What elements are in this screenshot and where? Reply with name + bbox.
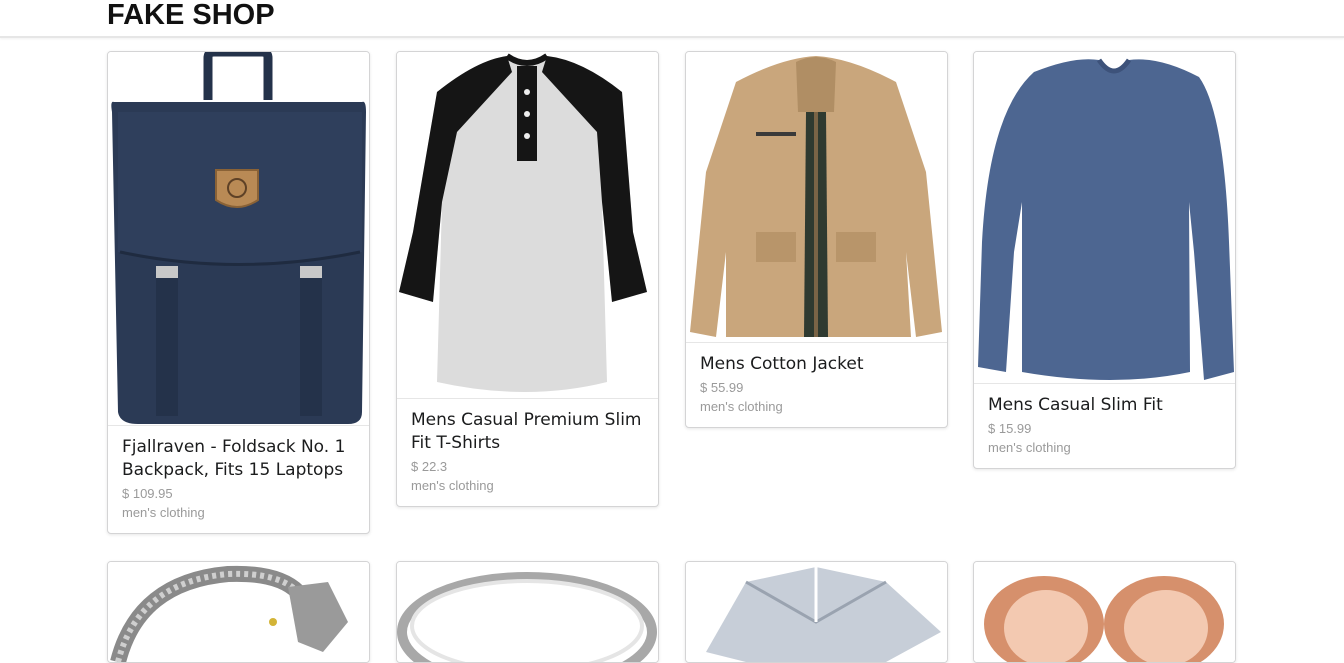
product-card[interactable] [685,561,948,663]
product-category: men's clothing [988,440,1071,455]
product-card[interactable]: Mens Casual Slim Fit $ 15.99 men's cloth… [973,51,1236,469]
top-header: FAKE SHOP [0,0,1344,38]
product-title[interactable]: Mens Casual Slim Fit [988,394,1221,417]
product-card[interactable]: Mens Cotton Jacket $ 55.99 men's clothin… [685,51,948,428]
product-price: $ 55.99 [700,380,744,395]
longsleeve-shirt-image[interactable] [974,52,1235,384]
product-category: men's clothing [411,478,494,493]
product-card[interactable] [107,561,370,663]
dragon-bracelet-image[interactable] [108,562,369,662]
diamond-ring-image[interactable] [686,562,947,662]
silver-ring-image[interactable] [397,562,658,662]
product-price: $ 109.95 [122,486,173,501]
product-card[interactable]: Fjallraven - Foldsack No. 1 Backpack, Fi… [107,51,370,534]
product-card[interactable] [396,561,659,663]
product-title[interactable]: Fjallraven - Foldsack No. 1 Backpack, Fi… [122,436,355,482]
product-price: $ 15.99 [988,421,1032,436]
shop-logo[interactable]: FAKE SHOP [107,0,275,32]
cotton-jacket-image[interactable] [686,52,947,343]
product-card[interactable]: Mens Casual Premium Slim Fit T-Shirts $ … [396,51,659,507]
product-title[interactable]: Mens Cotton Jacket [700,353,933,376]
raglan-tshirt-image[interactable] [397,52,658,399]
product-category: men's clothing [122,505,205,520]
product-card[interactable] [973,561,1236,663]
product-category: men's clothing [700,399,783,414]
product-price: $ 22.3 [411,459,448,474]
rose-gold-plugs-image[interactable] [974,562,1235,662]
product-title[interactable]: Mens Casual Premium Slim Fit T-Shirts [411,409,644,455]
backpack-image[interactable] [108,52,369,426]
